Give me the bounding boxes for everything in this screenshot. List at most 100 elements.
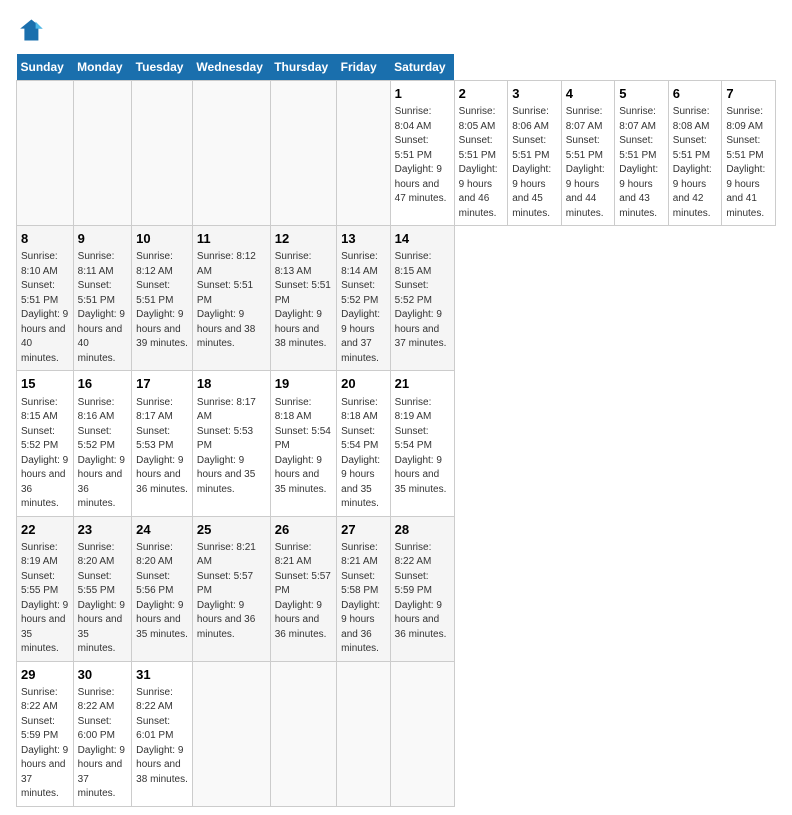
day-cell: 19 Sunrise: 8:18 AMSunset: 5:54 PMDayligh… <box>270 371 336 516</box>
day-number: 2 <box>459 85 504 103</box>
day-number: 5 <box>619 85 664 103</box>
day-cell: 25 Sunrise: 8:21 AMSunset: 5:57 PMDayligh… <box>192 516 270 661</box>
day-info: Sunrise: 8:20 AMSunset: 5:55 PMDaylight:… <box>78 541 128 657</box>
day-info: Sunrise: 8:22 AMSunset: 6:00 PMDaylight:… <box>78 686 128 802</box>
day-info: Sunrise: 8:06 AMSunset: 5:51 PMDaylight:… <box>512 105 557 221</box>
day-number: 29 <box>21 666 69 684</box>
day-number: 1 <box>395 85 450 103</box>
day-cell: 14Sunrise: 8:15 AMSunset: 5:52 PMDayligh… <box>390 226 454 371</box>
day-cell: 15 Sunrise: 8:15 AMSunset: 5:52 PMDayligh… <box>17 371 74 516</box>
header <box>16 16 776 44</box>
day-info: Sunrise: 8:07 AMSunset: 5:51 PMDaylight:… <box>619 105 664 221</box>
day-info: Sunrise: 8:19 AMSunset: 5:55 PMDaylight:… <box>21 541 69 657</box>
week-row-2: 15 Sunrise: 8:15 AMSunset: 5:52 PMDayligh… <box>17 371 776 516</box>
day-info: Sunrise: 8:21 AMSunset: 5:58 PMDaylight:… <box>341 541 386 657</box>
day-info: Sunrise: 8:16 AMSunset: 5:52 PMDaylight:… <box>78 396 128 512</box>
day-cell: 20 Sunrise: 8:18 AMSunset: 5:54 PMDayligh… <box>337 371 391 516</box>
header-wednesday: Wednesday <box>192 54 270 81</box>
day-cell <box>337 81 391 226</box>
day-number: 7 <box>726 85 771 103</box>
day-info: Sunrise: 8:18 AMSunset: 5:54 PMDaylight:… <box>341 396 386 512</box>
day-cell <box>132 81 193 226</box>
day-info: Sunrise: 8:09 AMSunset: 5:51 PMDaylight:… <box>726 105 771 221</box>
day-cell: 13Sunrise: 8:14 AMSunset: 5:52 PMDayligh… <box>337 226 391 371</box>
day-number: 11 <box>197 230 266 248</box>
week-row-3: 22 Sunrise: 8:19 AMSunset: 5:55 PMDayligh… <box>17 516 776 661</box>
header-sunday: Sunday <box>17 54 74 81</box>
day-cell: 18 Sunrise: 8:17 AMSunset: 5:53 PMDayligh… <box>192 371 270 516</box>
day-number: 3 <box>512 85 557 103</box>
day-info: Sunrise: 8:05 AMSunset: 5:51 PMDaylight:… <box>459 105 504 221</box>
day-info: Sunrise: 8:07 AMSunset: 5:51 PMDaylight:… <box>566 105 611 221</box>
day-number: 25 <box>197 521 266 539</box>
day-cell: 10Sunrise: 8:12 AMSunset: 5:51 PMDayligh… <box>132 226 193 371</box>
day-cell: 27 Sunrise: 8:21 AMSunset: 5:58 PMDayligh… <box>337 516 391 661</box>
day-number: 22 <box>21 521 69 539</box>
day-number: 16 <box>78 375 128 393</box>
header-saturday: Saturday <box>390 54 454 81</box>
day-cell: 11Sunrise: 8:12 AMSunset: 5:51 PMDayligh… <box>192 226 270 371</box>
day-number: 15 <box>21 375 69 393</box>
day-cell: 2 Sunrise: 8:05 AMSunset: 5:51 PMDaylight… <box>454 81 508 226</box>
header-thursday: Thursday <box>270 54 336 81</box>
header-tuesday: Tuesday <box>132 54 193 81</box>
day-cell: 23 Sunrise: 8:20 AMSunset: 5:55 PMDayligh… <box>73 516 132 661</box>
day-number: 13 <box>341 230 386 248</box>
day-number: 18 <box>197 375 266 393</box>
day-info: Sunrise: 8:17 AMSunset: 5:53 PMDaylight:… <box>136 396 188 498</box>
calendar-container: SundayMondayTuesdayWednesdayThursdayFrid… <box>0 0 792 815</box>
day-cell: 29 Sunrise: 8:22 AMSunset: 5:59 PMDayligh… <box>17 661 74 806</box>
header-monday: Monday <box>73 54 132 81</box>
day-cell: 17Sunrise: 8:17 AMSunset: 5:53 PMDayligh… <box>132 371 193 516</box>
day-info: Sunrise: 8:17 AMSunset: 5:53 PMDaylight:… <box>197 396 266 498</box>
day-cell: 28Sunrise: 8:22 AMSunset: 5:59 PMDayligh… <box>390 516 454 661</box>
day-number: 23 <box>78 521 128 539</box>
day-cell: 9 Sunrise: 8:11 AMSunset: 5:51 PMDaylight… <box>73 226 132 371</box>
day-info: Sunrise: 8:15 AMSunset: 5:52 PMDaylight:… <box>395 250 450 352</box>
day-number: 8 <box>21 230 69 248</box>
day-number: 6 <box>673 85 718 103</box>
day-cell: 8 Sunrise: 8:10 AMSunset: 5:51 PMDaylight… <box>17 226 74 371</box>
day-cell: 5 Sunrise: 8:07 AMSunset: 5:51 PMDaylight… <box>615 81 669 226</box>
day-cell: 12 Sunrise: 8:13 AMSunset: 5:51 PMDayligh… <box>270 226 336 371</box>
day-info: Sunrise: 8:18 AMSunset: 5:54 PMDaylight:… <box>275 396 332 498</box>
day-cell: 21Sunrise: 8:19 AMSunset: 5:54 PMDayligh… <box>390 371 454 516</box>
header-friday: Friday <box>337 54 391 81</box>
day-info: Sunrise: 8:21 AMSunset: 5:57 PMDaylight:… <box>197 541 266 643</box>
day-number: 20 <box>341 375 386 393</box>
day-number: 10 <box>136 230 188 248</box>
day-cell: 22 Sunrise: 8:19 AMSunset: 5:55 PMDayligh… <box>17 516 74 661</box>
day-cell: 7 Sunrise: 8:09 AMSunset: 5:51 PMDaylight… <box>722 81 776 226</box>
day-number: 19 <box>275 375 332 393</box>
day-cell: 1 Sunrise: 8:04 AMSunset: 5:51 PMDaylight… <box>390 81 454 226</box>
day-number: 4 <box>566 85 611 103</box>
day-info: Sunrise: 8:20 AMSunset: 5:56 PMDaylight:… <box>136 541 188 643</box>
day-cell: 4 Sunrise: 8:07 AMSunset: 5:51 PMDaylight… <box>561 81 615 226</box>
day-cell <box>17 81 74 226</box>
day-cell <box>192 661 270 806</box>
day-cell: 26Sunrise: 8:21 AMSunset: 5:57 PMDayligh… <box>270 516 336 661</box>
day-info: Sunrise: 8:10 AMSunset: 5:51 PMDaylight:… <box>21 250 69 366</box>
day-cell <box>270 81 336 226</box>
day-cell <box>73 81 132 226</box>
day-number: 30 <box>78 666 128 684</box>
header-row: SundayMondayTuesdayWednesdayThursdayFrid… <box>17 54 776 81</box>
day-info: Sunrise: 8:04 AMSunset: 5:51 PMDaylight:… <box>395 105 450 207</box>
day-cell: 16 Sunrise: 8:16 AMSunset: 5:52 PMDayligh… <box>73 371 132 516</box>
day-info: Sunrise: 8:11 AMSunset: 5:51 PMDaylight:… <box>78 250 128 366</box>
day-info: Sunrise: 8:15 AMSunset: 5:52 PMDaylight:… <box>21 396 69 512</box>
day-number: 12 <box>275 230 332 248</box>
logo <box>16 16 48 44</box>
calendar-table: SundayMondayTuesdayWednesdayThursdayFrid… <box>16 54 776 807</box>
day-cell: 3 Sunrise: 8:06 AMSunset: 5:51 PMDaylight… <box>508 81 562 226</box>
day-info: Sunrise: 8:08 AMSunset: 5:51 PMDaylight:… <box>673 105 718 221</box>
day-info: Sunrise: 8:13 AMSunset: 5:51 PMDaylight:… <box>275 250 332 352</box>
day-number: 27 <box>341 521 386 539</box>
day-cell <box>270 661 336 806</box>
week-row-4: 29 Sunrise: 8:22 AMSunset: 5:59 PMDayligh… <box>17 661 776 806</box>
day-info: Sunrise: 8:22 AMSunset: 5:59 PMDaylight:… <box>21 686 69 802</box>
day-number: 9 <box>78 230 128 248</box>
day-number: 28 <box>395 521 450 539</box>
day-cell: 31Sunrise: 8:22 AMSunset: 6:01 PMDayligh… <box>132 661 193 806</box>
day-cell <box>390 661 454 806</box>
